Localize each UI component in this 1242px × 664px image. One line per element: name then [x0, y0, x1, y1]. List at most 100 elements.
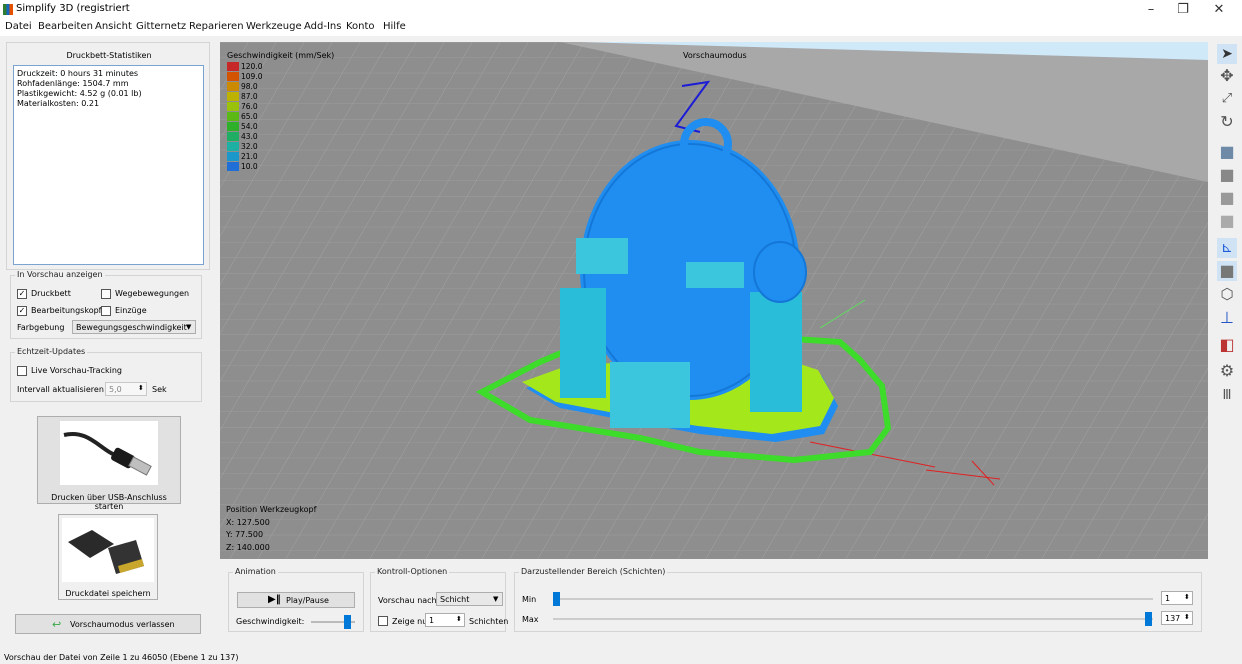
rotate-icon[interactable]: ↻ [1217, 112, 1237, 132]
status-bar: Vorschau der Datei von Zeile 1 zu 46050 … [0, 652, 1242, 664]
legend-swatch [227, 112, 239, 121]
scale-icon[interactable]: ⤢ [1217, 89, 1237, 109]
wegebewegungen-checkbox[interactable] [101, 289, 111, 299]
menu-ansicht[interactable]: Ansicht [95, 21, 132, 32]
show-only-spinbox[interactable]: 1 ⬍ [425, 613, 465, 627]
show-only-checkbox[interactable] [378, 616, 388, 626]
spin-arrows-icon: ⬍ [1184, 613, 1190, 621]
legend-value: 120.0 [241, 62, 263, 71]
animation-group: Animation ▶‖ Play/Pause Geschwindigkeit: [228, 567, 364, 632]
min-slider[interactable] [553, 592, 1153, 606]
max-label: Max [522, 615, 539, 624]
position-title: Position Werkzeugkopf [226, 505, 317, 514]
legend-row: 10.0 [227, 162, 277, 171]
stats-textbox[interactable]: Druckzeit: 0 hours 31 minutes Rohfadenlä… [13, 65, 204, 265]
menu-datei[interactable]: Datei [5, 21, 32, 32]
spin-arrows-icon: ⬍ [138, 384, 144, 392]
menu-werkzeuge[interactable]: Werkzeuge [246, 21, 302, 32]
iso-view-icon[interactable]: ■ [1217, 142, 1237, 162]
legend-swatch [227, 92, 239, 101]
menu-gitternetz[interactable]: Gitternetz [136, 21, 186, 32]
interval-spinbox[interactable]: 5,0 ⬍ [105, 382, 147, 396]
einzuege-label: Einzüge [115, 306, 147, 315]
animation-title: Animation [233, 567, 278, 576]
legend-swatch [227, 132, 239, 141]
save-file-button[interactable]: Druckdatei speichern [58, 514, 158, 600]
chevron-down-icon: ▼ [186, 323, 192, 331]
legend-row: 32.0 [227, 142, 277, 151]
front-view-icon[interactable]: ■ [1217, 165, 1237, 185]
druckbett-checkbox[interactable]: ✓ [17, 289, 27, 299]
bearbeitungskopf-checkbox[interactable]: ✓ [17, 306, 27, 316]
range-group: Darzustellender Bereich (Schichten) Min … [514, 567, 1202, 632]
wireframe-icon[interactable]: ⬡ [1217, 284, 1237, 304]
legend-row: 87.0 [227, 92, 277, 101]
stats-line: Plastikgewicht: 4.52 g (0.01 lb) [17, 89, 142, 98]
exit-preview-button[interactable]: ↩ Vorschaumodus verlassen [15, 614, 201, 634]
gear-icon[interactable]: ⚙ [1217, 361, 1237, 381]
chevron-down-icon: ▼ [493, 595, 499, 603]
cross-section-icon[interactable]: ◧ [1217, 335, 1237, 355]
farbgebung-select[interactable]: Bewegungsgeschwindigkeit ▼ [72, 320, 196, 334]
legend-row: 65.0 [227, 112, 277, 121]
speed-slider[interactable] [311, 615, 355, 629]
farbgebung-label: Farbgebung [17, 323, 65, 332]
legend-value: 65.0 [241, 112, 258, 121]
select-cursor-icon[interactable]: ➤ [1217, 44, 1237, 64]
control-group: Kontroll-Optionen Vorschau nach Schicht … [370, 567, 508, 632]
legend-swatch [227, 142, 239, 151]
farbgebung-value: Bewegungsgeschwindigkeit [76, 323, 187, 332]
exit-preview-label: Vorschaumodus verlassen [70, 620, 175, 629]
interval-value: 5,0 [109, 385, 122, 394]
play-pause-icon: ▶‖ [268, 594, 281, 605]
max-value: 137 [1165, 614, 1181, 623]
spin-arrows-icon: ⬍ [456, 615, 462, 623]
view-toolbar: ➤ ✥ ⤢ ↻ ■ ■ ■ ■ ⊾ ■ ⬡ ⊥ ◧ ⚙ Ⅲ [1213, 42, 1242, 422]
einzuege-checkbox[interactable] [101, 306, 111, 316]
menu-reparieren[interactable]: Reparieren [189, 21, 244, 32]
menu-bar: Datei Bearbeiten Ansicht Gitternetz Repa… [0, 20, 1242, 36]
legend-value: 98.0 [241, 82, 258, 91]
supports-icon[interactable]: Ⅲ [1217, 386, 1237, 406]
legend-row: 54.0 [227, 122, 277, 131]
speed-slider-handle[interactable] [344, 615, 351, 629]
toolhead-position: Position Werkzeugkopf X: 127.500 Y: 77.5… [226, 504, 316, 554]
control-title: Kontroll-Optionen [375, 567, 450, 576]
min-slider-handle[interactable] [553, 592, 560, 606]
status-text: Vorschau der Datei von Zeile 1 zu 46050 … [4, 653, 239, 662]
max-spinbox[interactable]: 137 ⬍ [1161, 611, 1193, 625]
show-only-value: 1 [429, 616, 435, 625]
move-icon[interactable]: ✥ [1217, 66, 1237, 86]
left-panel: Druckbett-Statistiken Druckzeit: 0 hours… [6, 42, 210, 638]
menu-hilfe[interactable]: Hilfe [383, 21, 406, 32]
live-tracking-checkbox[interactable] [17, 366, 27, 376]
preview-group: In Vorschau anzeigen ✓ Druckbett Wegebew… [10, 270, 202, 339]
back-arrow-icon: ↩ [52, 618, 62, 631]
close-button[interactable]: ✕ [1196, 0, 1242, 20]
max-slider[interactable] [553, 612, 1153, 626]
preview-by-select[interactable]: Schicht ▼ [436, 592, 503, 606]
legend-row: 98.0 [227, 82, 277, 91]
side-view-icon[interactable]: ■ [1217, 211, 1237, 231]
menu-konto[interactable]: Konto [346, 21, 375, 32]
menu-add-ins[interactable]: Add-Ins [304, 21, 341, 32]
play-pause-button[interactable]: ▶‖ Play/Pause [237, 592, 355, 608]
axes-icon[interactable]: ⊾ [1217, 238, 1237, 258]
preview-by-label: Vorschau nach [378, 596, 437, 605]
max-slider-handle[interactable] [1145, 612, 1152, 626]
solid-view-icon[interactable]: ■ [1217, 261, 1237, 281]
menu-bearbeiten[interactable]: Bearbeiten [38, 21, 93, 32]
interval-unit: Sek [152, 385, 167, 394]
wegebewegungen-label: Wegebewegungen [115, 289, 190, 298]
legend-row: 109.0 [227, 72, 277, 81]
usb-print-button[interactable]: Drucken über USB-Anschluss starten [37, 416, 181, 511]
coordinate-icon[interactable]: ⊥ [1217, 308, 1237, 328]
min-spinbox[interactable]: 1 ⬍ [1161, 591, 1193, 605]
range-title: Darzustellender Bereich (Schichten) [519, 567, 668, 576]
top-view-icon[interactable]: ■ [1217, 188, 1237, 208]
preview-viewport[interactable]: Geschwindigkeit (mm/Sek) 120.0 109.0 98.… [220, 42, 1208, 559]
window-title: Simplify 3D (registriert [16, 3, 130, 14]
build-plate-scene[interactable] [220, 42, 1208, 559]
stats-line: Druckzeit: 0 hours 31 minutes [17, 69, 139, 78]
legend-row: 76.0 [227, 102, 277, 111]
